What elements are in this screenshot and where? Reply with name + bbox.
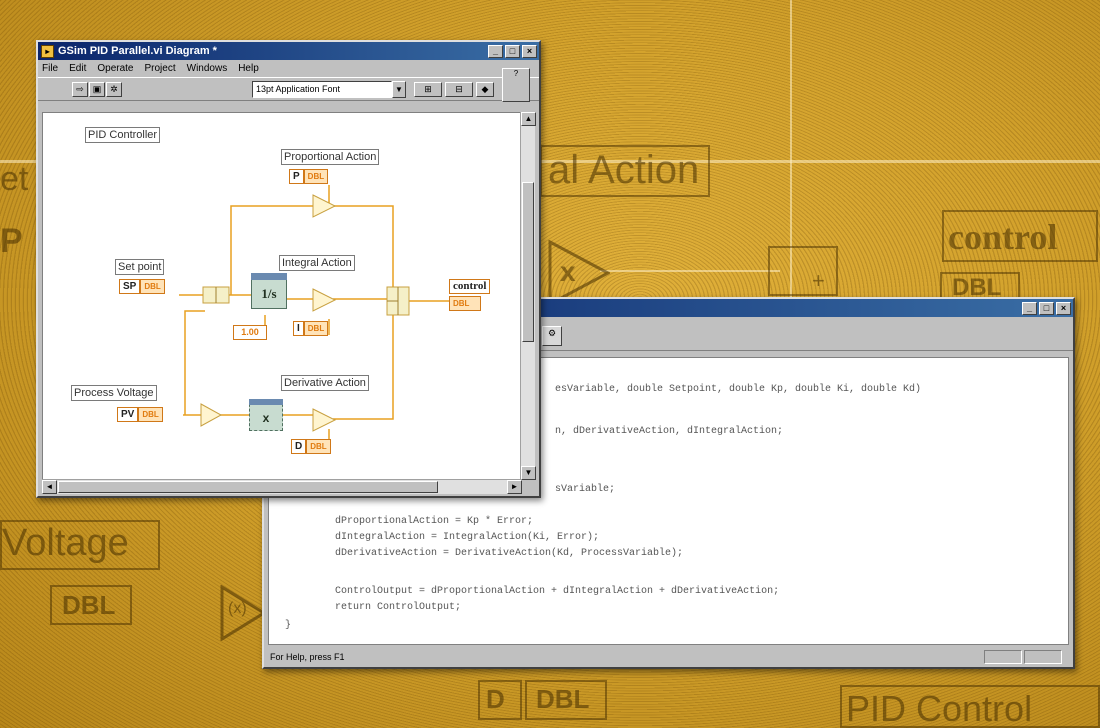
bg-text: Voltage — [2, 522, 129, 564]
highlight-icon[interactable]: ✲ — [106, 82, 122, 97]
label-process-voltage: Process Voltage — [71, 385, 157, 401]
label-set-point: Set point — [115, 259, 165, 275]
window-title: GSim PID Parallel.vi Diagram * — [58, 45, 217, 57]
label-derivative-action: Derivative Action — [281, 375, 369, 391]
context-help-icon[interactable]: ? — [502, 68, 530, 102]
terminal-p[interactable]: P DBL — [289, 169, 329, 184]
close-button[interactable]: × — [522, 44, 537, 58]
horizontal-scroll-thumb[interactable] — [58, 481, 438, 493]
bg-text: (x) — [228, 600, 247, 617]
reorder-icon[interactable]: ◆ — [476, 82, 494, 97]
code-line: n, dDerivativeAction, dIntegralAction; — [555, 426, 784, 437]
terminal-i[interactable]: I DBL — [293, 321, 329, 336]
minimize-button[interactable]: _ — [1022, 301, 1037, 315]
run-icon[interactable]: ⇨ — [72, 82, 88, 97]
terminal-control-type: DBL — [449, 296, 481, 311]
maximize-button[interactable]: □ — [505, 44, 520, 58]
bg-text: DBL — [62, 590, 116, 620]
bg-text: control — [948, 217, 1058, 257]
bg-text: x — [560, 256, 576, 287]
scroll-right-icon[interactable]: ► — [507, 480, 522, 494]
menu-bar: File Edit Operate Project Windows Help — [38, 60, 539, 77]
stop-icon[interactable]: ▣ — [89, 82, 105, 97]
integrator-node-header — [251, 273, 287, 280]
code-line: esVariable, double Setpoint, double Kp, … — [555, 384, 922, 395]
constant-one[interactable]: 1.00 — [233, 325, 267, 340]
vertical-scroll-thumb[interactable] — [522, 182, 534, 342]
code-line: dProportionalAction = Kp * Error; — [335, 516, 534, 527]
close-button[interactable]: × — [1056, 301, 1071, 315]
vertical-scrollbar[interactable]: ▲ ▼ — [520, 112, 536, 480]
lv-window-titlebar[interactable]: ▸ GSim PID Parallel.vi Diagram * _ □ × — [38, 42, 539, 60]
code-line: dDerivativeAction = DerivativeAction(Kd,… — [335, 548, 684, 559]
code-line: return ControlOutput; — [335, 602, 462, 613]
diagram-caption: PID Controller — [85, 127, 161, 143]
terminal-pv-name: PV — [117, 407, 139, 422]
status-text: For Help, press F1 — [270, 652, 345, 662]
terminal-pv-type: DBL — [138, 407, 163, 422]
lv-toolbar: ⇨ ▣ ✲ 13pt Application Font ▼ ⊞ ⊟ ◆ — [38, 77, 539, 101]
labview-diagram-window: ▸ GSim PID Parallel.vi Diagram * _ □ × F… — [36, 40, 541, 498]
bg-text: DBL — [536, 684, 590, 714]
bg-text: D — [486, 684, 505, 714]
label-integral-action: Integral Action — [279, 255, 355, 271]
status-bar: For Help, press F1 — [266, 649, 1071, 665]
code-line: } — [285, 620, 292, 631]
status-pane — [984, 650, 1022, 664]
code-line: ControlOutput = dProportionalAction + dI… — [335, 586, 780, 597]
menu-file[interactable]: File — [42, 63, 58, 74]
terminal-p-type: DBL — [303, 169, 329, 184]
terminal-d-name: D — [291, 439, 307, 454]
block-diagram[interactable]: PID Controller Proportional Action Set p… — [42, 112, 522, 480]
scroll-up-icon[interactable]: ▲ — [521, 112, 536, 126]
label-proportional-action: Proportional Action — [281, 149, 380, 165]
terminal-d-type: DBL — [306, 439, 331, 454]
terminal-i-name: I — [293, 321, 304, 336]
terminal-p-name: P — [289, 169, 304, 184]
terminal-i-type: DBL — [303, 321, 329, 336]
scroll-down-icon[interactable]: ▼ — [521, 466, 536, 480]
bg-add-node — [768, 246, 838, 296]
minimize-button[interactable]: _ — [488, 44, 503, 58]
chevron-down-icon[interactable]: ▼ — [392, 81, 406, 98]
bg-text: + — [812, 268, 825, 293]
menu-project[interactable]: Project — [145, 63, 176, 74]
font-select[interactable]: 13pt Application Font — [252, 81, 392, 98]
status-pane — [1024, 650, 1062, 664]
code-line: sVariable; — [555, 484, 616, 495]
menu-operate[interactable]: Operate — [97, 63, 133, 74]
terminal-sp-name: SP — [119, 279, 141, 294]
scroll-left-icon[interactable]: ◄ — [42, 480, 57, 494]
horizontal-scrollbar[interactable]: ◄ ► — [42, 479, 522, 494]
bg-text: P — [0, 222, 23, 260]
menu-help[interactable]: Help — [238, 63, 259, 74]
bg-wire — [600, 270, 780, 272]
terminal-control-name: control — [449, 279, 491, 294]
terminal-sp-type: DBL — [140, 279, 165, 294]
distribute-icon[interactable]: ⊟ — [445, 82, 473, 97]
bg-text: al Action — [548, 148, 700, 192]
derivative-node-header — [249, 399, 283, 405]
terminal-control[interactable]: control DBL — [449, 279, 491, 313]
toolbar-tool-icon[interactable]: ⚙ — [542, 326, 562, 346]
terminal-pv[interactable]: PV DBL — [117, 407, 163, 422]
terminal-d[interactable]: D DBL — [291, 439, 331, 454]
terminal-sp[interactable]: SP DBL — [119, 279, 165, 294]
align-icon[interactable]: ⊞ — [414, 82, 442, 97]
menu-edit[interactable]: Edit — [69, 63, 86, 74]
bg-text: PID Control — [846, 688, 1033, 728]
menu-windows[interactable]: Windows — [187, 63, 228, 74]
code-line: dIntegralAction = IntegralAction(Ki, Err… — [335, 532, 600, 543]
bg-text: et — [0, 160, 29, 198]
labview-app-icon: ▸ — [41, 44, 54, 58]
maximize-button[interactable]: □ — [1039, 301, 1054, 315]
